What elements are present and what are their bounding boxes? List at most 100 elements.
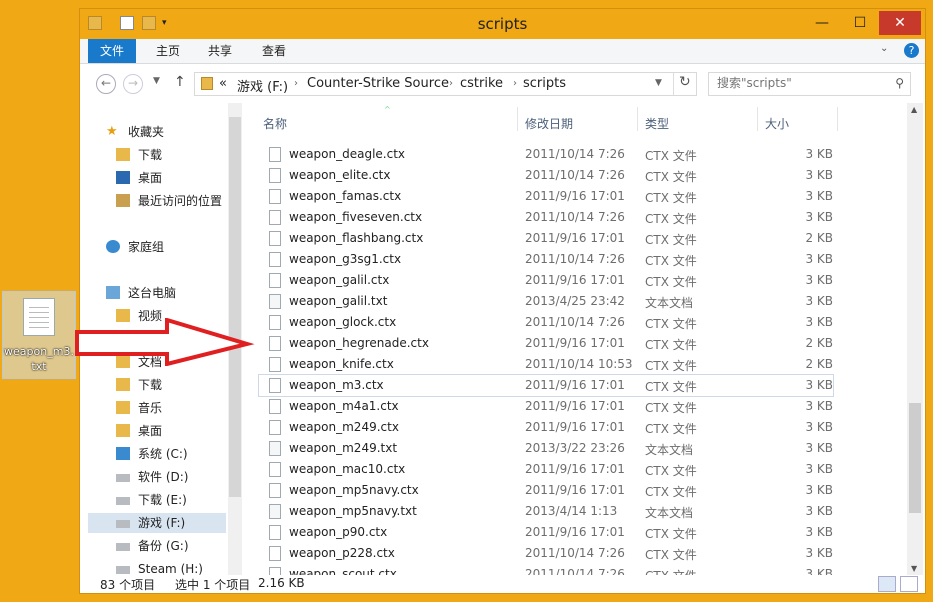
close-button[interactable]: ✕ [879,11,921,35]
search-input[interactable] [717,76,887,90]
nav-drive-f[interactable]: 游戏 (F:) [88,513,226,533]
ctx-file-icon [269,546,281,561]
column-type-header[interactable]: 类型 [645,115,669,132]
file-row[interactable]: weapon_glock.ctx 2011/10/14 7:26 CTX 文件 3 K… [259,312,833,333]
sort-ascending-icon: ^ [384,105,391,114]
breadcrumb-drive[interactable]: 游戏 (F:) [237,76,288,95]
text-file-icon [269,441,281,456]
explorer-window: ▾ scripts — ☐ ✕ 文件 主页 共享 查看 ⌄ ? ← → ▼ ↑ … [79,8,926,594]
ctx-file-icon [269,252,281,267]
file-row[interactable]: weapon_deagle.ctx 2011/10/14 7:26 CTX 文件 3 … [259,144,833,165]
large-icons-view-icon[interactable] [900,576,918,592]
downloads-folder-icon [116,378,130,391]
file-row[interactable]: weapon_p90.ctx 2011/9/16 17:01 CTX 文件 3 KB [259,522,833,543]
search-box[interactable]: ⚲ [708,72,911,96]
file-row[interactable]: weapon_hegrenade.ctx 2011/9/16 17:01 CTX 文… [259,333,833,354]
item-count: 83 个项目 [100,578,156,592]
file-row[interactable]: weapon_flashbang.ctx 2011/9/16 17:01 CTX 文… [259,228,833,249]
folder-icon [201,77,213,90]
status-bar: 83 个项目 选中 1 个项目 2.16 KB [80,575,925,593]
file-row-selected[interactable]: weapon_m3.ctx 2011/9/16 17:01 CTX 文件 3 KB [258,374,834,397]
desktop-file-label: weapon_m3.txt [4,345,74,373]
file-scrollbar[interactable]: ▲ ▼ [907,103,923,575]
column-separator[interactable] [637,107,638,131]
recent-locations-icon[interactable]: ▼ [153,76,160,86]
search-icon[interactable]: ⚲ [895,76,904,90]
file-row[interactable]: weapon_scout.ctx2011/10/14 7:26CTX 文件3 K… [259,564,833,575]
help-icon[interactable]: ? [904,43,919,58]
selection-size: 2.16 KB [258,576,305,590]
tab-view[interactable]: 查看 [250,39,298,63]
file-row[interactable]: weapon_galil.ctx 2011/9/16 17:01 CTX 文件 3 K… [259,270,833,291]
file-row[interactable]: weapon_p228.ctx 2011/10/14 7:26 CTX 文件 3 KB [259,543,833,564]
drive-icon [116,566,130,574]
file-row[interactable]: weapon_galil.txt 2013/4/25 23:42 文本文档 3 KB [259,291,833,312]
ctx-file-icon [269,378,281,393]
file-row[interactable]: weapon_m249.txt 2013/3/22 23:26 文本文档 3 KB [259,438,833,459]
ctx-file-icon [269,357,281,372]
column-date-header[interactable]: 修改日期 [525,115,573,132]
red-arrow-annotation [75,318,255,366]
ctx-file-icon [269,147,281,162]
tab-file[interactable]: 文件 [88,39,137,63]
file-row[interactable]: weapon_m249.ctx 2011/9/16 17:01 CTX 文件 3 KB [259,417,833,438]
recent-places-icon [116,194,130,207]
file-scroll-thumb[interactable] [909,403,921,513]
desktop-file-icon[interactable]: weapon_m3.txt [2,291,76,379]
breadcrumb-cstrike[interactable]: cstrike [460,76,503,91]
file-row[interactable]: weapon_g3sg1.ctx 2011/10/14 7:26 CTX 文件 3 K… [259,249,833,270]
text-file-icon [269,504,281,519]
column-separator[interactable] [757,107,758,131]
star-icon: ★ [106,124,118,139]
address-dropdown-icon[interactable]: ▼ [655,78,662,88]
breadcrumb-scripts[interactable]: scripts [523,76,566,91]
breadcrumb-game[interactable]: Counter-Strike Source [307,76,449,91]
text-file-icon [269,294,281,309]
details-view-icon[interactable] [878,576,896,592]
ribbon-tabs: 文件 主页 共享 查看 ⌄ ? [80,39,925,64]
scroll-up-icon[interactable]: ▲ [911,105,917,114]
forward-button[interactable]: → [123,74,143,94]
drive-icon [116,497,130,505]
computer-icon [106,286,120,299]
ctx-file-icon [269,483,281,498]
desktop-icon [116,171,130,184]
tab-share[interactable]: 共享 [196,39,244,63]
file-row[interactable]: weapon_famas.ctx 2011/9/16 17:01 CTX 文件 3 K… [259,186,833,207]
title-bar[interactable]: ▾ scripts — ☐ ✕ [80,9,925,39]
breadcrumb-overflow[interactable]: « [219,76,227,91]
file-row[interactable]: weapon_elite.ctx 2011/10/14 7:26 CTX 文件 3 K… [259,165,833,186]
nav-scroll-thumb[interactable] [229,117,241,497]
file-row[interactable]: weapon_mp5navy.ctx 2011/9/16 17:01 CTX 文件 3… [259,480,833,501]
refresh-icon[interactable]: ↻ [679,74,691,90]
breadcrumb-separator-icon[interactable]: › [294,78,298,89]
tab-home[interactable]: 主页 [144,39,192,63]
column-size-header[interactable]: 大小 [765,115,789,132]
column-separator[interactable] [837,107,838,131]
maximize-button[interactable]: ☐ [845,11,875,35]
drive-icon [116,543,130,551]
breadcrumb-separator-icon[interactable]: › [449,78,453,89]
up-button[interactable]: ↑ [174,74,186,90]
file-row[interactable]: weapon_knife.ctx 2011/10/14 10:53 CTX 文件 2 … [259,354,833,375]
file-row[interactable]: weapon_mp5navy.txt 2013/4/14 1:13 文本文档 3 KB [259,501,833,522]
column-name-header[interactable]: 名称 [263,115,287,132]
column-separator[interactable] [517,107,518,131]
text-file-icon [23,298,55,336]
ctx-file-icon [269,168,281,183]
ctx-file-icon [269,567,281,575]
file-row[interactable]: weapon_m4a1.ctx 2011/9/16 17:01 CTX 文件 3 KB [259,396,833,417]
ctx-file-icon [269,525,281,540]
homegroup-icon [106,240,120,253]
expand-ribbon-icon[interactable]: ⌄ [880,43,888,54]
address-bar[interactable]: « 游戏 (F:) › Counter-Strike Source › cstr… [194,72,697,96]
file-row[interactable]: weapon_fiveseven.ctx 2011/10/14 7:26 CTX 文… [259,207,833,228]
breadcrumb-separator-icon[interactable]: › [513,78,517,89]
back-button[interactable]: ← [96,74,116,94]
ctx-file-icon [269,315,281,330]
file-row[interactable]: weapon_mac10.ctx 2011/9/16 17:01 CTX 文件 3 K… [259,459,833,480]
drive-icon [116,474,130,482]
minimize-button[interactable]: — [807,11,837,35]
scroll-down-icon[interactable]: ▼ [911,564,917,573]
ctx-file-icon [269,420,281,435]
